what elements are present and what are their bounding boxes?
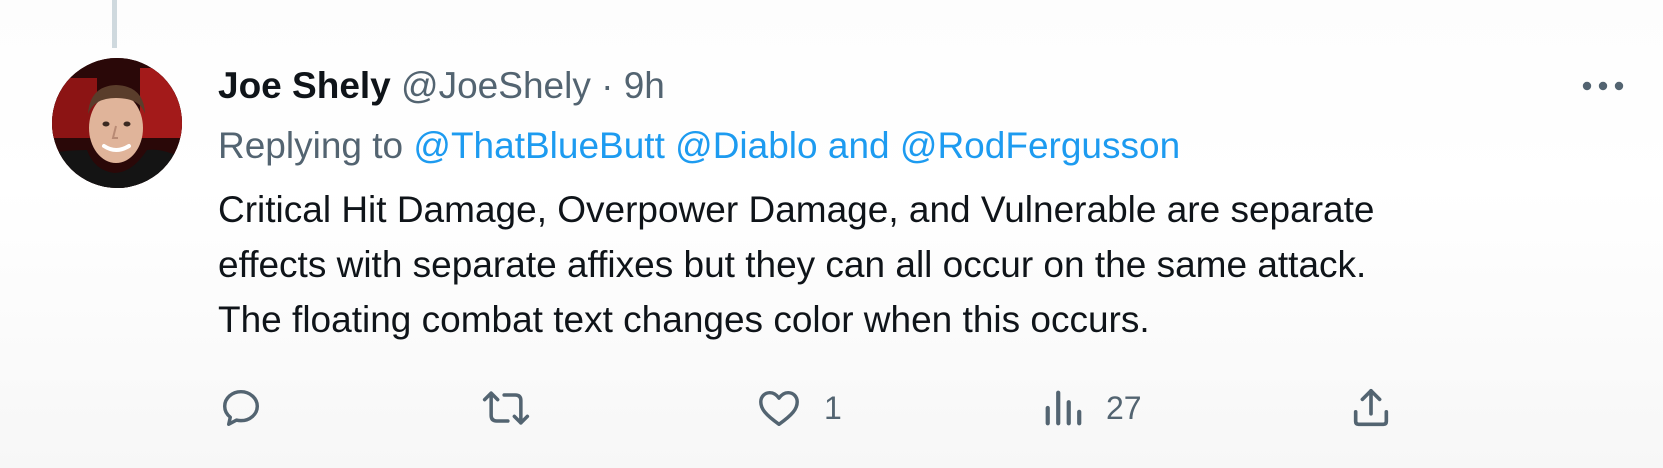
like-count: 1 — [824, 389, 842, 426]
tweet-body: Critical Hit Damage, Overpower Damage, a… — [218, 182, 1638, 347]
mention-diablo[interactable]: @Diablo — [675, 125, 817, 166]
tweet-text-line: effects with separate affixes but they c… — [218, 244, 1367, 285]
views-button[interactable]: 27 — [1042, 380, 1142, 436]
tweet-text-line: Critical Hit Damage, Overpower Damage, a… — [218, 189, 1375, 230]
views-icon — [1045, 390, 1082, 426]
like-button[interactable]: 1 — [756, 380, 842, 436]
avatar-image — [52, 58, 182, 188]
share-icon — [1353, 388, 1389, 427]
share-button[interactable] — [1348, 380, 1394, 436]
author-handle[interactable]: @JoeShely — [401, 65, 591, 106]
reply-button[interactable] — [218, 380, 264, 436]
replying-to-label: Replying to — [218, 125, 404, 166]
tweet[interactable]: Joe Shely @JoeShely · 9h Replying to @Th… — [0, 0, 1663, 468]
author-name[interactable]: Joe Shely — [218, 65, 391, 106]
mention-thatbluebutt[interactable]: @ThatBlueButt — [413, 125, 664, 166]
mention-rodfergusson[interactable]: @RodFergusson — [900, 125, 1180, 166]
tweet-timestamp[interactable]: 9h — [624, 65, 665, 106]
tweet-text-line: The floating combat text changes color w… — [218, 299, 1150, 340]
views-count: 27 — [1106, 389, 1142, 426]
retweet-icon — [482, 391, 530, 425]
retweet-button[interactable] — [480, 380, 532, 436]
reply-icon — [222, 389, 260, 427]
avatar[interactable] — [52, 58, 182, 188]
replying-to: Replying to @ThatBlueButt @Diablo and @R… — [218, 122, 1180, 170]
more-options-icon[interactable] — [1578, 68, 1628, 104]
heart-icon — [759, 390, 799, 427]
header-separator: · — [601, 65, 614, 106]
thread-line — [112, 0, 117, 48]
mention-joiner: and — [827, 125, 890, 166]
tweet-header: Joe Shely @JoeShely · 9h — [218, 62, 665, 110]
tweet-actions: 1 27 — [0, 380, 1663, 440]
